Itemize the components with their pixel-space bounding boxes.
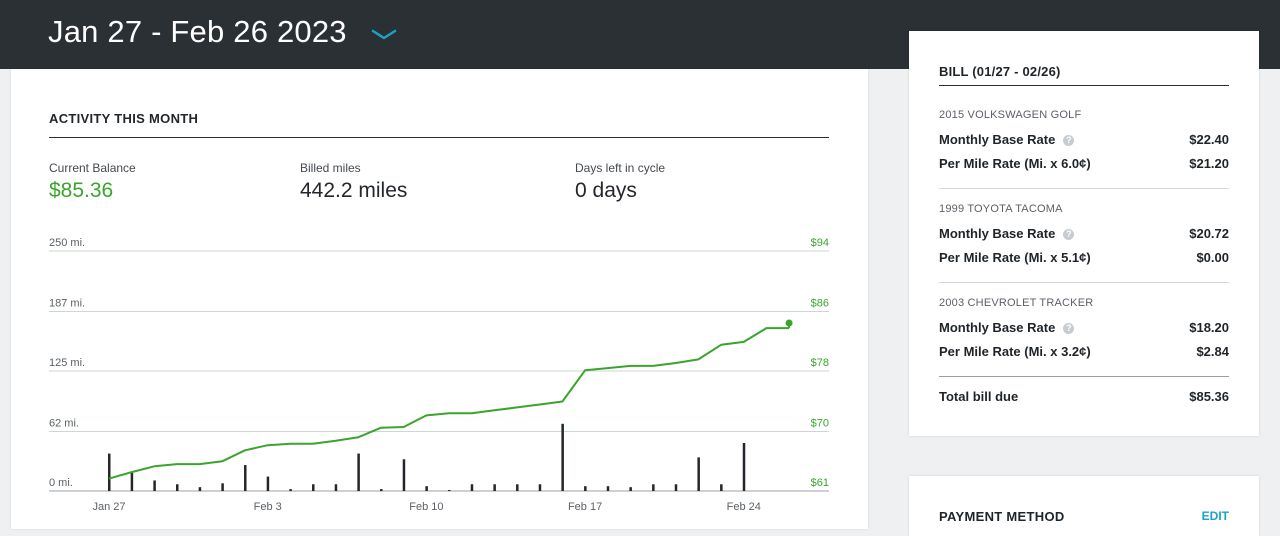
bill-row-label: Per Mile Rate (Mi. x 5.1¢) bbox=[939, 250, 1091, 265]
vehicle-name: 2003 CHEVROLET TRACKER bbox=[939, 297, 1093, 309]
stat-label: Days left in cycle bbox=[575, 161, 665, 175]
vehicle-name: 2015 VOLKSWAGEN GOLF bbox=[939, 109, 1081, 121]
bill-row: Monthly Base Rate? $22.40 bbox=[939, 132, 1229, 150]
mileage-bar bbox=[675, 484, 678, 491]
payment-card: PAYMENT METHOD EDIT bbox=[909, 476, 1259, 536]
date-range-title[interactable]: Jan 27 - Feb 26 2023 bbox=[48, 14, 347, 50]
stat-value: $85.36 bbox=[49, 179, 136, 203]
bill-row: Per Mile Rate (Mi. x 3.2¢) $2.84 bbox=[939, 344, 1229, 362]
bill-row-label: Per Mile Rate (Mi. x 3.2¢) bbox=[939, 344, 1091, 359]
x-tick-label: Feb 3 bbox=[254, 501, 282, 513]
y-tick-label-right: $70 bbox=[811, 417, 829, 429]
activity-chart: 250 mi. $94 187 mi. $86 125 mi. $78 62 mi. $70 0… bbox=[11, 229, 868, 529]
mileage-bar bbox=[108, 454, 111, 491]
mileage-bar bbox=[425, 486, 428, 491]
balance-end-marker bbox=[786, 320, 793, 327]
y-tick-label-left: 250 mi. bbox=[49, 237, 85, 249]
x-tick-label: Feb 24 bbox=[727, 501, 761, 513]
x-tick-label: Feb 17 bbox=[568, 501, 602, 513]
divider bbox=[939, 188, 1229, 189]
mileage-bar bbox=[289, 489, 292, 491]
mileage-bar bbox=[199, 487, 202, 491]
bill-row-label: Monthly Base Rate bbox=[939, 226, 1055, 241]
mileage-bar bbox=[153, 480, 156, 491]
mileage-bar bbox=[584, 486, 587, 491]
mileage-bar bbox=[448, 490, 451, 491]
mileage-bar bbox=[403, 459, 406, 491]
mileage-bar bbox=[176, 484, 179, 491]
stat-label: Billed miles bbox=[300, 161, 407, 175]
mileage-bar bbox=[335, 484, 338, 491]
bill-row-value: $2.84 bbox=[1196, 344, 1229, 359]
mileage-bar bbox=[652, 484, 655, 491]
divider bbox=[939, 376, 1229, 377]
stat-label: Current Balance bbox=[49, 161, 136, 175]
y-tick-label-right: $78 bbox=[811, 357, 829, 369]
mileage-bar bbox=[380, 489, 383, 491]
billed-miles-stat: Billed miles 442.2 miles bbox=[300, 161, 407, 203]
bill-row-value: $18.20 bbox=[1189, 320, 1229, 335]
mileage-bar bbox=[697, 457, 700, 491]
total-label: Total bill due bbox=[939, 389, 1018, 404]
bill-title: BILL (01/27 - 02/26) bbox=[939, 64, 1061, 79]
bill-card: BILL (01/27 - 02/26) 2015 VOLKSWAGEN GOL… bbox=[909, 31, 1259, 436]
bill-row-value: $0.00 bbox=[1196, 250, 1229, 265]
total-value: $85.36 bbox=[1189, 389, 1229, 404]
mileage-bar bbox=[561, 424, 564, 491]
mileage-bar bbox=[629, 487, 632, 491]
chevron-down-icon[interactable] bbox=[370, 26, 398, 44]
mileage-bar bbox=[607, 486, 610, 491]
bill-row: Monthly Base Rate? $18.20 bbox=[939, 320, 1229, 338]
bill-row: Per Mile Rate (Mi. x 5.1¢) $0.00 bbox=[939, 250, 1229, 268]
divider bbox=[939, 85, 1229, 86]
help-icon[interactable]: ? bbox=[1063, 323, 1074, 334]
mileage-bar bbox=[312, 484, 315, 491]
mileage-bar bbox=[493, 484, 496, 491]
mileage-bar bbox=[720, 484, 723, 491]
y-tick-label-left: 62 mi. bbox=[49, 417, 79, 429]
stat-value: 0 days bbox=[575, 179, 665, 203]
balance-line bbox=[109, 328, 789, 479]
mileage-bar bbox=[131, 473, 134, 491]
bill-row-value: $20.72 bbox=[1189, 226, 1229, 241]
y-tick-label-left: 0 mi. bbox=[49, 477, 73, 489]
bill-row-label: Per Mile Rate (Mi. x 6.0¢) bbox=[939, 156, 1091, 171]
activity-card: ACTIVITY THIS MONTH Current Balance $85.… bbox=[11, 69, 868, 529]
current-balance-stat: Current Balance $85.36 bbox=[49, 161, 136, 203]
days-left-stat: Days left in cycle 0 days bbox=[575, 161, 665, 203]
divider bbox=[49, 137, 829, 138]
mileage-bar bbox=[743, 443, 746, 491]
mileage-bar bbox=[539, 484, 542, 491]
activity-title: ACTIVITY THIS MONTH bbox=[49, 111, 198, 126]
vehicle-name: 1999 TOYOTA TACOMA bbox=[939, 203, 1063, 215]
x-tick-label: Feb 10 bbox=[409, 501, 443, 513]
mileage-bar bbox=[244, 465, 247, 491]
mileage-bar bbox=[221, 483, 224, 491]
y-tick-label-right: $61 bbox=[811, 477, 829, 489]
help-icon[interactable]: ? bbox=[1063, 135, 1074, 146]
help-icon[interactable]: ? bbox=[1063, 229, 1074, 240]
bill-row-value: $21.20 bbox=[1189, 156, 1229, 171]
payment-title: PAYMENT METHOD bbox=[939, 509, 1065, 524]
y-tick-label-right: $86 bbox=[811, 297, 829, 309]
y-tick-label-left: 125 mi. bbox=[49, 357, 85, 369]
mileage-bar bbox=[267, 477, 270, 491]
edit-payment-link[interactable]: EDIT bbox=[1202, 509, 1229, 523]
mileage-bar bbox=[471, 484, 474, 491]
mileage-bar bbox=[516, 484, 519, 491]
y-tick-label-right: $94 bbox=[811, 237, 829, 249]
x-tick-label: Jan 27 bbox=[92, 501, 125, 513]
mileage-bar bbox=[357, 454, 360, 491]
bill-row: Monthly Base Rate? $20.72 bbox=[939, 226, 1229, 244]
y-tick-label-left: 187 mi. bbox=[49, 297, 85, 309]
bill-row-value: $22.40 bbox=[1189, 132, 1229, 147]
divider bbox=[939, 282, 1229, 283]
bill-row-label: Monthly Base Rate bbox=[939, 320, 1055, 335]
total-row: Total bill due $85.36 bbox=[939, 389, 1229, 407]
stat-value: 442.2 miles bbox=[300, 179, 407, 203]
bill-row: Per Mile Rate (Mi. x 6.0¢) $21.20 bbox=[939, 156, 1229, 174]
bill-row-label: Monthly Base Rate bbox=[939, 132, 1055, 147]
